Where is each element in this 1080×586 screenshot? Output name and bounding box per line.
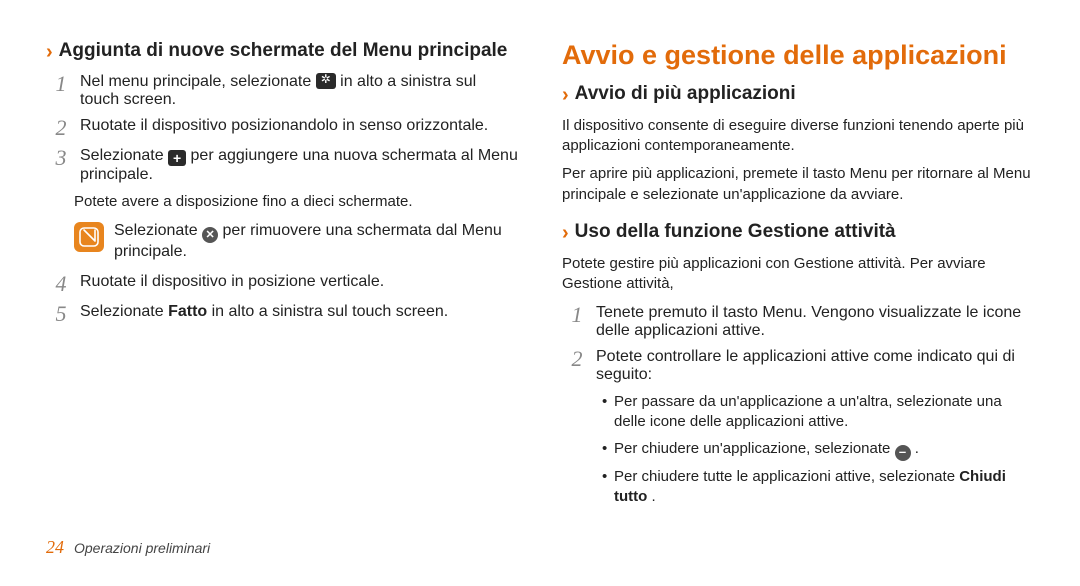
right-column: Avvio e gestione delle applicazioni › Av… (562, 40, 1034, 556)
right-h1: Avvio e gestione delle applicazioni (562, 40, 1034, 71)
step5-text-b: in alto a sinistra sul touch screen. (212, 303, 449, 320)
sec1-p2: Per aprire più applicazioni, premete il … (562, 164, 1034, 205)
left-heading-text: Aggiunta di nuove schermate del Menu pri… (59, 40, 508, 63)
chevron-icon: › (562, 85, 569, 105)
tip-body: Selezionate ✕ per rimuovere una schermat… (114, 222, 518, 261)
bullet-2b: . (915, 440, 919, 457)
step-number: 3 (52, 147, 70, 184)
bullet-3b: . (651, 488, 655, 505)
step-body: Tenete premuto il tasto Menu. Vengono vi… (596, 304, 1034, 340)
step-body: Ruotate il dispositivo in posizione vert… (80, 273, 518, 295)
gear-icon (316, 73, 336, 89)
sec2-heading: › Uso della funzione Gestione attività (562, 221, 1034, 244)
step-1: 1 Nel menu principale, selezionate in al… (46, 73, 518, 109)
step-number: 5 (52, 303, 70, 325)
bullet-3: Per chiudere tutte le applicazioni attiv… (602, 467, 1034, 508)
step-number: 4 (52, 273, 70, 295)
step-3: 3 Selezionate + per aggiungere una nuova… (46, 147, 518, 184)
step-number: 2 (52, 117, 70, 139)
sec1-heading-text: Avvio di più applicazioni (575, 83, 796, 106)
step-body: Ruotate il dispositivo posizionandolo in… (80, 117, 518, 139)
step5-bold: Fatto (168, 303, 207, 320)
step3-note: Potete avere a disposizione fino a dieci… (74, 192, 518, 212)
bullet-1: Per passare da un'applicazione a un'altr… (602, 392, 1034, 433)
bullet-2: Per chiudere un'applicazione, selezionat… (602, 439, 1034, 461)
tip-text-a: Selezionate (114, 222, 202, 239)
step-number: 1 (52, 73, 70, 109)
chevron-icon: › (562, 223, 569, 243)
bullet-list: Per passare da un'applicazione a un'altr… (602, 392, 1034, 507)
step-number: 1 (568, 304, 586, 340)
step-5: 5 Selezionate Fatto in alto a sinistra s… (46, 303, 518, 325)
step-body: Selezionate + per aggiungere una nuova s… (80, 147, 518, 184)
step1-text-a: Nel menu principale, selezionate (80, 73, 316, 90)
page-number: 24 (46, 537, 64, 558)
minus-icon: – (895, 445, 911, 461)
plus-icon: + (168, 150, 186, 166)
left-heading: › Aggiunta di nuove schermate del Menu p… (46, 40, 518, 63)
bullet-3a: Per chiudere tutte le applicazioni attiv… (614, 468, 959, 485)
sec2-step-2: 2 Potete controllare le applicazioni att… (562, 348, 1034, 384)
close-icon: ✕ (202, 227, 218, 243)
step-body: Nel menu principale, selezionate in alto… (80, 73, 518, 109)
bullet-2a: Per chiudere un'applicazione, selezionat… (614, 440, 895, 457)
page-footer: 24 Operazioni preliminari (46, 537, 210, 558)
chevron-icon: › (46, 42, 53, 62)
note-icon (74, 222, 104, 252)
step-4: 4 Ruotate il dispositivo in posizione ve… (46, 273, 518, 295)
sec1-p1: Il dispositivo consente di eseguire dive… (562, 116, 1034, 157)
step3-text-a: Selezionate (80, 147, 168, 164)
sec2-step-1: 1 Tenete premuto il tasto Menu. Vengono … (562, 304, 1034, 340)
step-body: Potete controllare le applicazioni attiv… (596, 348, 1034, 384)
left-column: › Aggiunta di nuove schermate del Menu p… (46, 40, 518, 556)
step-number: 2 (568, 348, 586, 384)
step-2: 2 Ruotate il dispositivo posizionandolo … (46, 117, 518, 139)
step5-text-a: Selezionate (80, 303, 168, 320)
sec2-heading-text: Uso della funzione Gestione attività (575, 221, 896, 244)
step-body: Selezionate Fatto in alto a sinistra sul… (80, 303, 518, 325)
page-spread: › Aggiunta di nuove schermate del Menu p… (46, 40, 1034, 556)
sec2-p1: Potete gestire più applicazioni con Gest… (562, 254, 1034, 295)
tip-callout: Selezionate ✕ per rimuovere una schermat… (74, 222, 518, 261)
sec1-heading: › Avvio di più applicazioni (562, 83, 1034, 106)
section-title: Operazioni preliminari (74, 540, 210, 556)
